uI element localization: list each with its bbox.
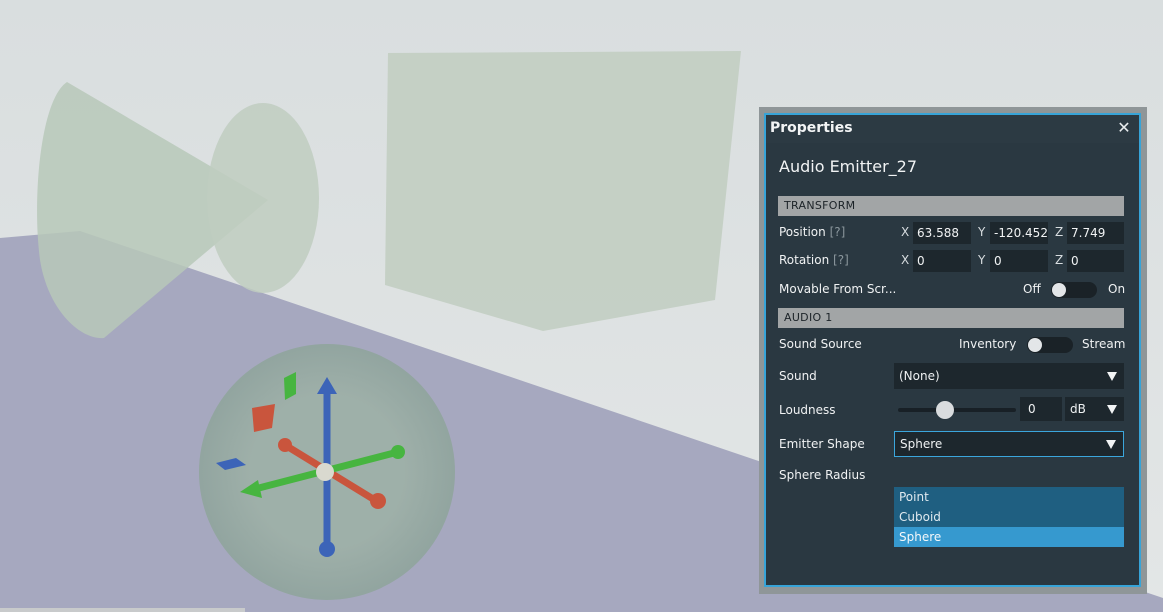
rotation-z-axis-label: Z xyxy=(1055,253,1064,267)
rotation-y-axis-label: Y xyxy=(978,253,986,267)
chevron-down-icon xyxy=(1107,372,1117,381)
emitter-shape-dropdown[interactable]: Sphere xyxy=(894,431,1124,457)
option-point[interactable]: Point xyxy=(894,487,1124,507)
panel-body: Audio Emitter_27 TRANSFORM Position [?] … xyxy=(766,143,1139,585)
position-y-input[interactable]: -120.452 xyxy=(990,222,1048,244)
transform-section-header[interactable]: TRANSFORM xyxy=(778,196,1124,216)
position-z-axis-label: Z xyxy=(1055,225,1064,239)
rotation-y-input[interactable]: 0 xyxy=(990,250,1048,272)
position-z-input[interactable]: 7.749 xyxy=(1067,222,1124,244)
rotation-z-input[interactable]: 0 xyxy=(1067,250,1124,272)
audio-section-header[interactable]: AUDIO 1 xyxy=(778,308,1124,328)
sound-source-inventory-label: Inventory xyxy=(959,337,1017,351)
rotation-x-axis-label: X xyxy=(901,253,910,267)
position-x-axis-label: X xyxy=(901,225,910,239)
cuboid-emitter-shape xyxy=(385,51,741,331)
sound-source-label: Sound Source xyxy=(779,337,862,351)
panel-title: Properties xyxy=(770,120,853,136)
sound-dropdown-value: (None) xyxy=(899,369,940,383)
loudness-unit-dropdown[interactable]: dB xyxy=(1065,397,1124,421)
chevron-down-icon xyxy=(1106,440,1116,449)
rotation-label-text: Rotation xyxy=(779,253,830,267)
position-label: Position [?] xyxy=(779,225,845,239)
sound-source-stream-label: Stream xyxy=(1082,337,1126,351)
close-icon[interactable]: ✕ xyxy=(1115,118,1133,138)
ground-edge xyxy=(0,608,245,612)
position-y-axis-label: Y xyxy=(978,225,986,239)
position-label-text: Position xyxy=(779,225,826,239)
movable-on-label: On xyxy=(1108,282,1126,296)
sound-source-toggle[interactable] xyxy=(1027,337,1073,353)
toggle-knob xyxy=(1052,283,1066,297)
ellipsoid-shape xyxy=(207,103,319,293)
toggle-knob xyxy=(1028,338,1042,352)
movable-label: Movable From Scr... xyxy=(779,282,897,296)
position-x-input[interactable]: 63.588 xyxy=(913,222,971,244)
movable-toggle[interactable] xyxy=(1051,282,1097,298)
properties-panel: Properties ✕ Audio Emitter_27 TRANSFORM … xyxy=(764,113,1141,587)
position-help-link[interactable]: [?] xyxy=(830,225,846,239)
loudness-input[interactable]: 0 xyxy=(1020,397,1062,421)
loudness-label: Loudness xyxy=(779,403,836,417)
loudness-slider-knob[interactable] xyxy=(936,401,955,419)
emitter-shape-label: Emitter Shape xyxy=(779,437,865,451)
rotation-help-link[interactable]: [?] xyxy=(833,253,849,267)
rotation-label: Rotation [?] xyxy=(779,253,849,267)
loudness-slider-track[interactable] xyxy=(898,408,1016,412)
emitter-shape-value: Sphere xyxy=(900,437,943,451)
option-sphere[interactable]: Sphere xyxy=(894,527,1124,547)
movable-off-label: Off xyxy=(1023,282,1041,296)
rotation-x-input[interactable]: 0 xyxy=(913,250,971,272)
sound-label: Sound xyxy=(779,369,817,383)
emitter-shape-options-list: Point Cuboid Sphere xyxy=(894,487,1124,547)
sphere-radius-label: Sphere Radius xyxy=(779,468,866,482)
loudness-unit-value: dB xyxy=(1070,402,1086,416)
sound-dropdown[interactable]: (None) xyxy=(894,363,1124,389)
option-cuboid[interactable]: Cuboid xyxy=(894,507,1124,527)
object-name: Audio Emitter_27 xyxy=(779,157,918,176)
chevron-down-icon xyxy=(1107,405,1117,414)
panel-title-bar[interactable]: Properties ✕ xyxy=(766,115,1139,143)
